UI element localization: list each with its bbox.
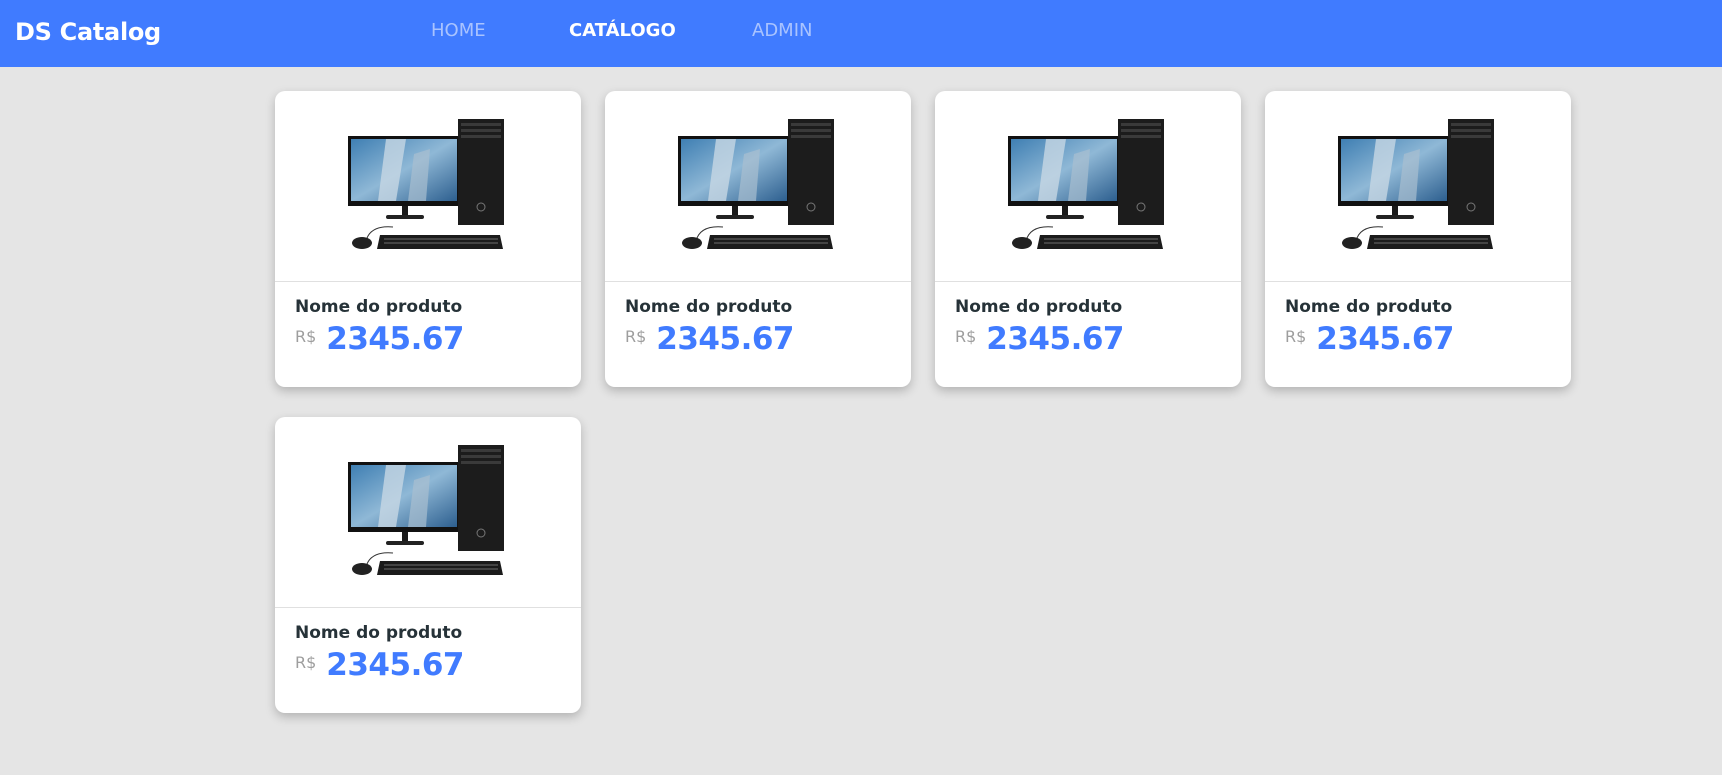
product-image-area: [605, 91, 911, 282]
product-name: Nome do produto: [295, 297, 463, 317]
product-card[interactable]: Nome do produto R$ 2345.67: [935, 91, 1241, 387]
product-image-area: [275, 91, 581, 282]
product-card[interactable]: Nome do produto R$ 2345.67: [1265, 91, 1571, 387]
product-card[interactable]: Nome do produto R$ 2345.67: [275, 417, 581, 713]
brand-logo[interactable]: DS Catalog: [15, 0, 161, 64]
price-row: R$ 2345.67: [1285, 321, 1551, 357]
product-name: Nome do produto: [295, 623, 463, 643]
desktop-computer-icon: [348, 445, 504, 575]
nav-link-home[interactable]: HOME: [431, 0, 486, 62]
desktop-computer-icon: [1008, 119, 1164, 249]
price-value: 2345.67: [656, 321, 794, 357]
currency-label: R$: [295, 326, 317, 346]
product-info: Nome do produto R$ 2345.67: [935, 282, 1241, 357]
price-row: R$ 2345.67: [295, 647, 561, 683]
currency-label: R$: [1285, 326, 1307, 346]
price-value: 2345.67: [326, 647, 464, 683]
product-card[interactable]: Nome do produto R$ 2345.67: [605, 91, 911, 387]
currency-label: R$: [955, 326, 977, 346]
product-info: Nome do produto R$ 2345.67: [275, 608, 581, 683]
product-info: Nome do produto R$ 2345.67: [1265, 282, 1571, 357]
currency-label: R$: [295, 652, 317, 672]
product-card[interactable]: Nome do produto R$ 2345.67: [275, 91, 581, 387]
price-row: R$ 2345.67: [625, 321, 891, 357]
nav-link-catalogo[interactable]: CATÁLOGO: [569, 0, 676, 62]
product-image-area: [275, 417, 581, 608]
desktop-computer-icon: [678, 119, 834, 249]
product-name: Nome do produto: [625, 297, 793, 317]
currency-label: R$: [625, 326, 647, 346]
product-image-area: [1265, 91, 1571, 282]
navbar: DS Catalog HOME CATÁLOGO ADMIN: [0, 0, 1722, 67]
product-name: Nome do produto: [955, 297, 1123, 317]
desktop-computer-icon: [1338, 119, 1494, 249]
product-info: Nome do produto R$ 2345.67: [605, 282, 911, 357]
product-image-area: [935, 91, 1241, 282]
product-grid: Nome do produto R$ 2345.67 Nome do produ…: [275, 91, 1571, 713]
nav-link-admin[interactable]: ADMIN: [752, 0, 812, 62]
product-info: Nome do produto R$ 2345.67: [275, 282, 581, 357]
price-value: 2345.67: [326, 321, 464, 357]
product-name: Nome do produto: [1285, 297, 1453, 317]
price-row: R$ 2345.67: [295, 321, 561, 357]
price-value: 2345.67: [986, 321, 1124, 357]
price-value: 2345.67: [1316, 321, 1454, 357]
desktop-computer-icon: [348, 119, 504, 249]
price-row: R$ 2345.67: [955, 321, 1221, 357]
